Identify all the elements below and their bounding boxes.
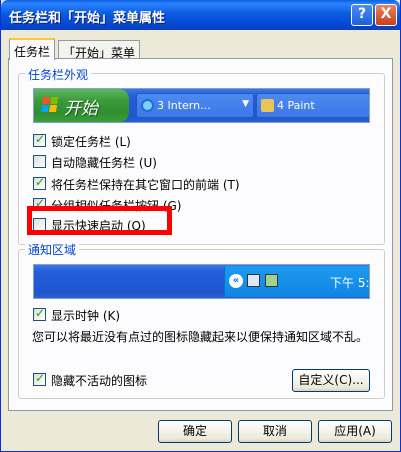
auto-hide-checkbox[interactable] (33, 155, 46, 168)
task-button-paint-label: 4 Paint (277, 99, 315, 112)
ok-button[interactable]: 确定 (158, 420, 232, 443)
auto-hide-label: 自动隐藏任务栏 (U) (51, 156, 157, 170)
start-label: 开始 (64, 99, 98, 119)
tab-taskbar[interactable]: 任务栏 (9, 38, 56, 60)
check-icon: ✓ (35, 132, 46, 146)
highlight-box (27, 206, 172, 235)
lock-taskbar-checkbox[interactable]: ✓ (33, 132, 46, 147)
hide-inactive-label: 隐藏不活动的图标 (51, 374, 148, 388)
check-icon: ✓ (35, 306, 46, 320)
window-title: 任务栏和「开始」菜单属性 (9, 11, 166, 26)
task-button-ie: 3 Intern... ▼ (136, 93, 254, 118)
internet-explorer-icon (141, 99, 154, 112)
apply-button[interactable]: 应用(A) (318, 420, 392, 443)
show-clock-label: 显示时钟 (K) (51, 309, 121, 323)
taskbar-properties-dialog: 任务栏和「开始」菜单属性 ? X 任务栏 「开始」菜单 任务栏外观 开始 3 I… (0, 0, 401, 452)
taskbar-preview: 开始 3 Intern... ▼ 4 Paint (33, 88, 370, 123)
tab-start-menu[interactable]: 「开始」菜单 (58, 40, 141, 60)
tray-description: 您可以将最近没有点过的图标隐藏起来以便保持通知区域不乱。 (32, 330, 369, 344)
help-button[interactable]: ? (351, 4, 373, 26)
check-icon: ✓ (35, 371, 46, 385)
check-icon: ✓ (35, 175, 46, 189)
show-hidden-icons-icon: « (229, 274, 243, 288)
hide-inactive-checkbox[interactable]: ✓ (33, 371, 46, 386)
close-button[interactable]: X (375, 4, 397, 26)
notification-tray: « 下午 5:53 (224, 266, 370, 297)
tray-clock: 下午 5:53 (330, 276, 370, 290)
customize-button[interactable]: 自定义(C)... (292, 369, 370, 392)
show-clock-checkbox[interactable]: ✓ (33, 306, 46, 321)
task-button-paint: 4 Paint (256, 93, 369, 118)
task-button-ie-label: 3 Intern... (157, 99, 211, 112)
cancel-button[interactable]: 取消 (238, 420, 312, 443)
lock-taskbar-label: 锁定任务栏 (L) (51, 135, 131, 149)
network-icon (247, 274, 260, 287)
keep-on-top-label: 将任务栏保持在其它窗口的前端 (T) (51, 178, 240, 192)
paint-icon (261, 99, 274, 112)
volume-icon (265, 274, 278, 287)
tray-preview: « 下午 5:53 (33, 264, 370, 299)
taskbar-appearance-title: 任务栏外观 (25, 66, 92, 83)
chevron-down-icon: ▼ (242, 99, 249, 109)
windows-flag-icon (41, 97, 59, 113)
notification-area-title: 通知区域 (25, 241, 80, 258)
start-button-preview: 开始 (34, 89, 129, 122)
title-bar[interactable]: 任务栏和「开始」菜单属性 ? X (1, 0, 400, 30)
keep-on-top-checkbox[interactable]: ✓ (33, 175, 46, 190)
